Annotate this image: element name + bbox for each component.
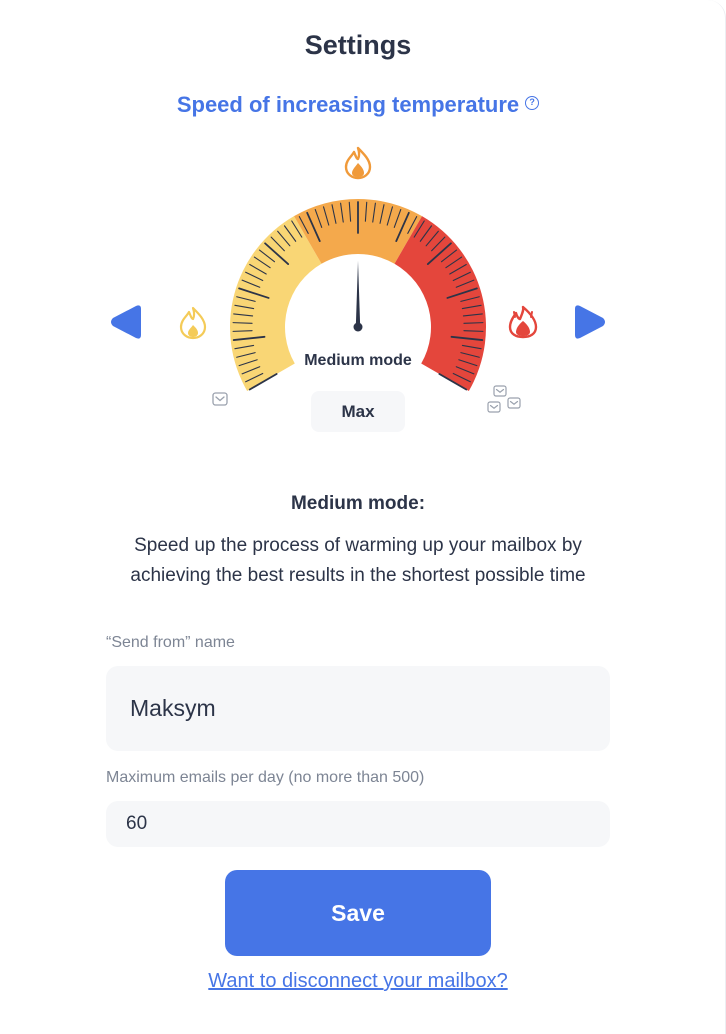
max-badge[interactable]: Max [311, 391, 405, 432]
mode-description-text: Speed up the process of warming up your … [130, 535, 586, 586]
arrow-right-icon[interactable] [572, 303, 608, 341]
big-flame-icon [508, 305, 538, 339]
envelope-icon [212, 392, 228, 406]
max-emails-input[interactable] [106, 801, 610, 847]
gauge-tick [463, 322, 484, 324]
subtitle-row: Speed of increasing temperature? [0, 92, 716, 118]
gauge-needle-hub [353, 322, 363, 332]
send-from-label: “Send from” name [106, 634, 235, 651]
gauge-tick [463, 330, 484, 332]
speed-subtitle: Speed of increasing temperature [176, 92, 520, 117]
max-emails-label: Maximum emails per day (no more than 500… [106, 769, 425, 786]
gauge-tick [232, 322, 253, 324]
save-button[interactable]: Save [225, 870, 491, 956]
gauge-needle [353, 261, 363, 332]
gauge-needle-pointer [355, 261, 361, 327]
arrow-left-icon[interactable] [108, 303, 144, 341]
medium-flame-icon [344, 146, 372, 180]
gauge-tick [232, 330, 253, 332]
disconnect-mailbox-link[interactable]: Want to disconnect your mailbox? [0, 970, 716, 993]
page-title: Settings [304, 30, 412, 60]
gauge-mode-label: Medium mode [304, 352, 412, 369]
mode-description-title: Medium mode: [290, 493, 426, 514]
envelopes-icon [487, 385, 521, 413]
send-from-input[interactable] [106, 666, 610, 751]
small-flame-icon [179, 306, 207, 340]
question-circle-icon[interactable]: ? [525, 96, 540, 111]
